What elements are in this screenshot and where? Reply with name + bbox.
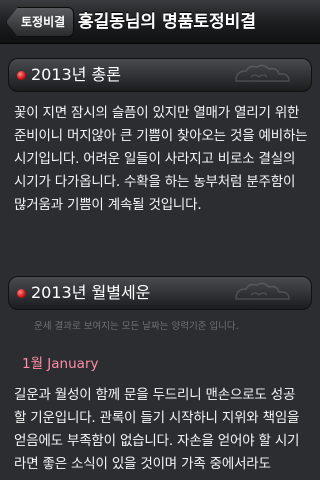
overview-text: 꽃이 지면 잠시의 슬픔이 있지만 열매가 열리기 위한 준비이니 머지않아 큰… bbox=[14, 105, 308, 213]
red-dot-icon bbox=[17, 71, 26, 80]
month-text: 길운과 월성이 함께 문을 두드리니 맨손으로도 성공 할 기운입니다. 관록이… bbox=[14, 387, 300, 472]
section-header-overview: 2013년 총론 bbox=[8, 58, 312, 92]
section-title: 2013년 총론 bbox=[31, 65, 121, 84]
month-label: 1월 January bbox=[22, 356, 99, 372]
navigation-bar: 토정비결 홍길동님의 명품토정비결 bbox=[0, 0, 320, 44]
section-header-monthly: 2013년 월별세운 bbox=[8, 276, 312, 310]
back-button[interactable]: 토정비결 bbox=[6, 7, 75, 37]
cloud-pattern-icon bbox=[235, 282, 290, 300]
section-title: 2013년 월별세운 bbox=[31, 283, 151, 302]
red-dot-icon bbox=[17, 289, 26, 298]
date-basis-note: 운세 결과로 보여지는 모든 날짜는 양력기준 입니다. bbox=[34, 321, 239, 332]
page-title: 홍길동님의 명품토정비결 bbox=[78, 12, 256, 32]
cloud-pattern-icon bbox=[235, 64, 290, 82]
